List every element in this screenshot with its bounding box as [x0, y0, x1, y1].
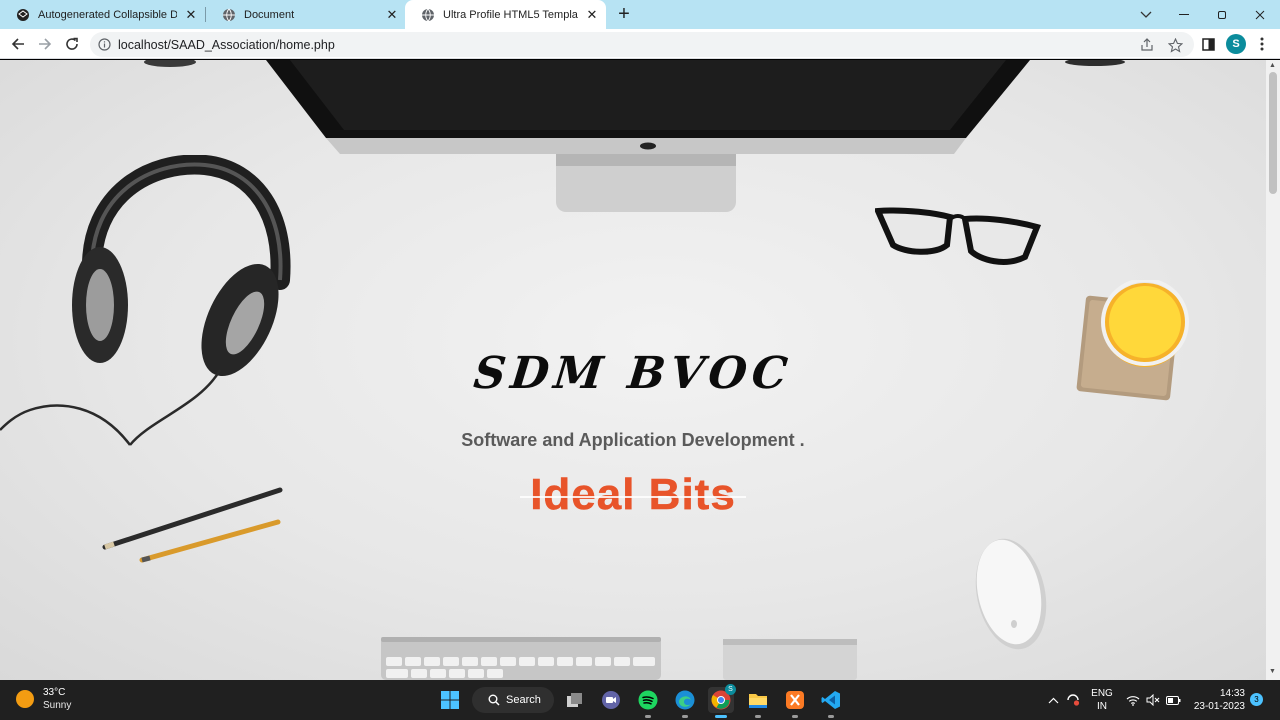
new-tab-button[interactable]: +: [612, 3, 636, 27]
scroll-up-arrow-icon[interactable]: ▲: [1269, 62, 1276, 69]
back-button[interactable]: [6, 32, 30, 56]
edge-icon[interactable]: [672, 687, 698, 713]
scroll-down-arrow-icon[interactable]: ▼: [1269, 668, 1276, 675]
tab-autogenerated[interactable]: Autogenerated Collapsible Direc ✕: [0, 0, 205, 29]
chrome-menu-icon[interactable]: [1250, 32, 1274, 56]
arrow-right-icon: [39, 38, 52, 50]
hero-title: SDM BVOC: [471, 348, 795, 399]
hero-subtitle: Software and Application Development .: [461, 430, 805, 450]
codepen-favicon-icon: [17, 8, 29, 21]
brand-text-strike-line: [520, 496, 746, 498]
info-icon[interactable]: [98, 38, 111, 51]
taskbar-search[interactable]: Search: [472, 687, 554, 713]
browser-tab-strip: Autogenerated Collapsible Direc ✕ Docume…: [0, 0, 1280, 29]
search-label: Search: [506, 694, 541, 706]
running-indicator: [645, 715, 651, 718]
page-scrollbar[interactable]: ▲ ▼: [1266, 60, 1280, 680]
speaker-image: [1065, 60, 1125, 66]
speaker-muted-icon[interactable]: [1144, 687, 1162, 713]
side-panel-icon[interactable]: [1196, 32, 1220, 56]
show-hidden-icons-chevron[interactable]: [1044, 687, 1062, 713]
imac-monitor-image: [266, 60, 1030, 212]
search-icon: [488, 694, 500, 706]
url-text[interactable]: localhost/SAAD_Association/home.php: [118, 38, 335, 52]
profile-avatar[interactable]: S: [1226, 34, 1246, 54]
tab-close-icon[interactable]: ✕: [183, 7, 199, 23]
tab-title: Document: [244, 8, 295, 21]
trackpad-image: [723, 639, 857, 680]
clock-time: 14:33: [1219, 688, 1245, 699]
tab-title: Autogenerated Collapsible Direc: [38, 8, 177, 21]
sun-icon: [16, 690, 34, 708]
tab-title: Ultra Profile HTML5 Template: [443, 8, 578, 21]
keyboard-image: [381, 637, 661, 680]
meet-now-icon[interactable]: [1064, 687, 1082, 713]
windows-start-icon[interactable]: [437, 687, 463, 713]
bookmark-star-icon[interactable]: [1166, 36, 1184, 54]
globe-favicon-icon: [422, 8, 434, 21]
tab-close-icon[interactable]: ✕: [384, 7, 400, 23]
input-language-indicator[interactable]: ENG IN: [1088, 687, 1116, 713]
notification-badge[interactable]: 3: [1250, 693, 1263, 706]
tab-close-icon[interactable]: ✕: [584, 7, 600, 23]
task-view-icon[interactable]: [562, 687, 588, 713]
reload-icon: [66, 37, 78, 50]
weather-widget[interactable]: 33°C Sunny: [16, 686, 71, 712]
address-bar[interactable]: localhost/SAAD_Association/home.php: [90, 32, 1194, 57]
share-icon[interactable]: [1138, 36, 1156, 54]
hero-section: SDM BVOC Software and Application Develo…: [0, 60, 1266, 680]
magic-mouse-image: [975, 538, 1047, 650]
reload-button[interactable]: [60, 32, 84, 56]
active-indicator: [715, 715, 727, 718]
region-code: IN: [1097, 701, 1107, 712]
scrollbar-thumb[interactable]: [1269, 72, 1277, 194]
battery-icon[interactable]: [1164, 687, 1182, 713]
system-clock[interactable]: 14:33 23-01-2023: [1190, 687, 1245, 713]
mouse-cable-image: [144, 60, 196, 67]
running-indicator: [792, 715, 798, 718]
windows-taskbar: 33°C Sunny Search S ENG IN 14:33 23-01-2…: [0, 680, 1280, 720]
brand-logo-text: Ideal Bits: [530, 470, 736, 520]
teams-chat-icon[interactable]: [598, 687, 624, 713]
close-window-button[interactable]: [1242, 0, 1278, 29]
globe-favicon-icon: [223, 8, 235, 21]
restore-button[interactable]: [1204, 0, 1240, 29]
forward-button[interactable]: [33, 32, 57, 56]
tab-search-chevron-icon[interactable]: [1128, 0, 1164, 29]
chrome-profile-badge: S: [725, 684, 736, 695]
minimize-button[interactable]: [1166, 0, 1202, 29]
arrow-left-icon: [11, 38, 24, 50]
wifi-icon[interactable]: [1124, 687, 1142, 713]
eyeglasses-image: [875, 207, 1042, 265]
headphones-image: [0, 155, 291, 446]
spotify-icon[interactable]: [635, 687, 661, 713]
browser-toolbar: localhost/SAAD_Association/home.php S: [0, 29, 1280, 59]
file-explorer-icon[interactable]: [745, 687, 771, 713]
running-indicator: [682, 715, 688, 718]
weather-temperature: 33°C: [43, 687, 66, 698]
tab-document[interactable]: Document ✕: [206, 0, 406, 29]
xampp-icon[interactable]: [782, 687, 808, 713]
chrome-icon[interactable]: S: [708, 684, 736, 713]
vscode-icon[interactable]: [818, 687, 844, 713]
weather-description: Sunny: [43, 700, 72, 711]
tab-ultra-profile-active[interactable]: Ultra Profile HTML5 Template ✕: [405, 0, 606, 29]
language-code: ENG: [1091, 688, 1113, 699]
running-indicator: [828, 715, 834, 718]
running-indicator: [755, 715, 761, 718]
clock-date: 23-01-2023: [1193, 701, 1245, 712]
